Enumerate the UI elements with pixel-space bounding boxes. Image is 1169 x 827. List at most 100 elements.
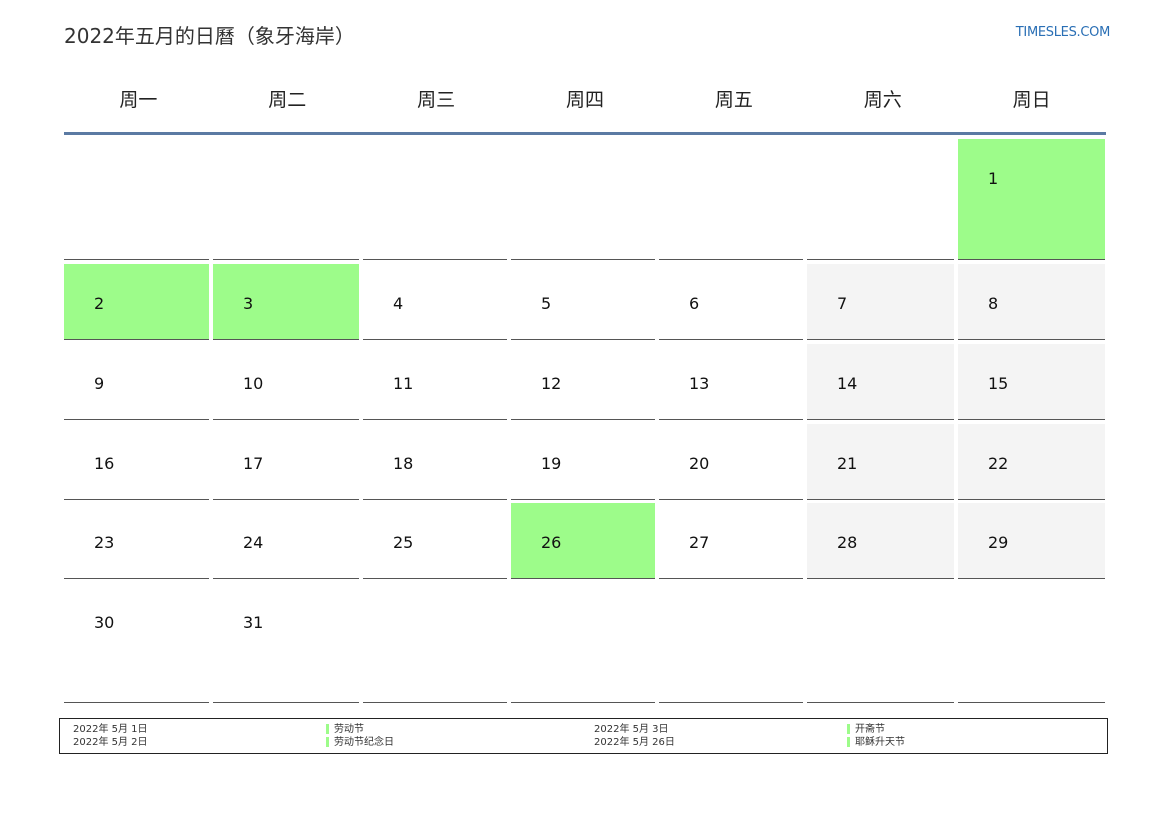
legend-holiday-name: 劳动节 — [334, 724, 364, 735]
holiday-legend: 2022年 5月 1日 劳动节 2022年 5月 3日 开斋节 2022年 5月… — [59, 718, 1108, 754]
day-cell-17[interactable]: 17 — [213, 424, 359, 500]
day-cell-20[interactable]: 20 — [659, 424, 803, 500]
legend-row: 2022年 5月 2日 劳动节纪念日 2022年 5月 26日 耶稣升天节 — [60, 737, 1107, 749]
day-number: 2 — [94, 294, 105, 313]
legend-holiday: 劳动节纪念日 — [326, 737, 394, 749]
empty-day-cell — [659, 139, 803, 260]
weekday-header: 周一 周二 周三 周四 周五 周六 周日 — [64, 80, 1106, 135]
weekday-tue: 周二 — [268, 89, 307, 111]
legend-row: 2022年 5月 1日 劳动节 2022年 5月 3日 开斋节 — [60, 724, 1107, 736]
empty-day-cell — [363, 583, 507, 703]
weekday-sun: 周日 — [1012, 89, 1051, 111]
holiday-color-marker — [326, 737, 329, 747]
day-cell-12[interactable]: 12 — [511, 344, 655, 420]
day-cell-13[interactable]: 13 — [659, 344, 803, 420]
legend-holiday: 开斋节 — [847, 724, 885, 736]
day-number: 14 — [837, 374, 858, 393]
legend-holiday: 耶稣升天节 — [847, 737, 905, 749]
day-cell-30[interactable]: 30 — [64, 583, 209, 703]
legend-holiday-name: 耶稣升天节 — [855, 737, 905, 748]
day-number: 16 — [94, 454, 115, 473]
day-cell-19[interactable]: 19 — [511, 424, 655, 500]
legend-date: 2022年 5月 3日 — [594, 724, 669, 735]
day-cell-10[interactable]: 10 — [213, 344, 359, 420]
day-number: 6 — [689, 294, 700, 313]
day-number: 12 — [541, 374, 562, 393]
weekday-sat: 周六 — [863, 89, 902, 111]
weekday-wed: 周三 — [417, 89, 456, 111]
empty-day-cell — [807, 139, 954, 260]
day-number: 26 — [541, 533, 562, 552]
empty-day-cell — [213, 139, 359, 260]
day-cell-9[interactable]: 9 — [64, 344, 209, 420]
day-cell-11[interactable]: 11 — [363, 344, 507, 420]
day-cell-31[interactable]: 31 — [213, 583, 359, 703]
day-number: 29 — [988, 533, 1009, 552]
legend-holiday-name: 开斋节 — [855, 724, 885, 735]
holiday-color-marker — [847, 737, 850, 747]
holiday-color-marker — [326, 724, 329, 734]
day-number: 3 — [243, 294, 254, 313]
day-cell-25[interactable]: 25 — [363, 503, 507, 579]
empty-day-cell — [659, 583, 803, 703]
empty-day-cell — [958, 583, 1105, 703]
day-number: 9 — [94, 374, 105, 393]
day-cell-6[interactable]: 6 — [659, 264, 803, 340]
day-number: 18 — [393, 454, 414, 473]
day-cell-21[interactable]: 21 — [807, 424, 954, 500]
day-number: 24 — [243, 533, 264, 552]
day-number: 30 — [94, 613, 115, 632]
day-number: 5 — [541, 294, 552, 313]
weekday-fri: 周五 — [714, 89, 753, 111]
day-number: 31 — [243, 613, 264, 632]
legend-holiday-name: 劳动节纪念日 — [334, 737, 394, 748]
day-cell-2[interactable]: 2 — [64, 264, 209, 340]
empty-day-cell — [64, 139, 209, 260]
day-number: 28 — [837, 533, 858, 552]
day-number: 20 — [689, 454, 710, 473]
day-number: 22 — [988, 454, 1009, 473]
empty-day-cell — [511, 583, 655, 703]
day-number: 23 — [94, 533, 115, 552]
empty-day-cell — [807, 583, 954, 703]
day-cell-5[interactable]: 5 — [511, 264, 655, 340]
weekday-thu: 周四 — [565, 89, 604, 111]
day-cell-8[interactable]: 8 — [958, 264, 1105, 340]
day-cell-26[interactable]: 26 — [511, 503, 655, 579]
legend-date: 2022年 5月 2日 — [73, 737, 148, 748]
day-cell-22[interactable]: 22 — [958, 424, 1105, 500]
legend-date: 2022年 5月 26日 — [594, 737, 675, 748]
day-number: 25 — [393, 533, 414, 552]
day-cell-29[interactable]: 29 — [958, 503, 1105, 579]
page-title: 2022年五月的日曆（象牙海岸） — [64, 24, 355, 48]
day-number: 27 — [689, 533, 710, 552]
day-number: 10 — [243, 374, 264, 393]
day-cell-1[interactable]: 1 — [958, 139, 1105, 260]
empty-day-cell — [363, 139, 507, 260]
legend-holiday: 劳动节 — [326, 724, 364, 736]
day-cell-18[interactable]: 18 — [363, 424, 507, 500]
day-number: 13 — [689, 374, 710, 393]
day-cell-3[interactable]: 3 — [213, 264, 359, 340]
empty-day-cell — [511, 139, 655, 260]
day-cell-7[interactable]: 7 — [807, 264, 954, 340]
day-number: 7 — [837, 294, 848, 313]
day-cell-16[interactable]: 16 — [64, 424, 209, 500]
day-cell-28[interactable]: 28 — [807, 503, 954, 579]
day-number: 11 — [393, 374, 414, 393]
weekday-mon: 周一 — [119, 89, 158, 111]
day-cell-14[interactable]: 14 — [807, 344, 954, 420]
day-number: 15 — [988, 374, 1009, 393]
day-cell-23[interactable]: 23 — [64, 503, 209, 579]
day-cell-15[interactable]: 15 — [958, 344, 1105, 420]
day-number: 21 — [837, 454, 858, 473]
day-cell-24[interactable]: 24 — [213, 503, 359, 579]
day-number: 17 — [243, 454, 264, 473]
brand-link[interactable]: TIMESLES.COM — [1016, 25, 1111, 40]
day-number: 1 — [988, 169, 999, 188]
legend-date: 2022年 5月 1日 — [73, 724, 148, 735]
day-cell-4[interactable]: 4 — [363, 264, 507, 340]
day-cell-27[interactable]: 27 — [659, 503, 803, 579]
day-number: 8 — [988, 294, 999, 313]
day-number: 4 — [393, 294, 404, 313]
